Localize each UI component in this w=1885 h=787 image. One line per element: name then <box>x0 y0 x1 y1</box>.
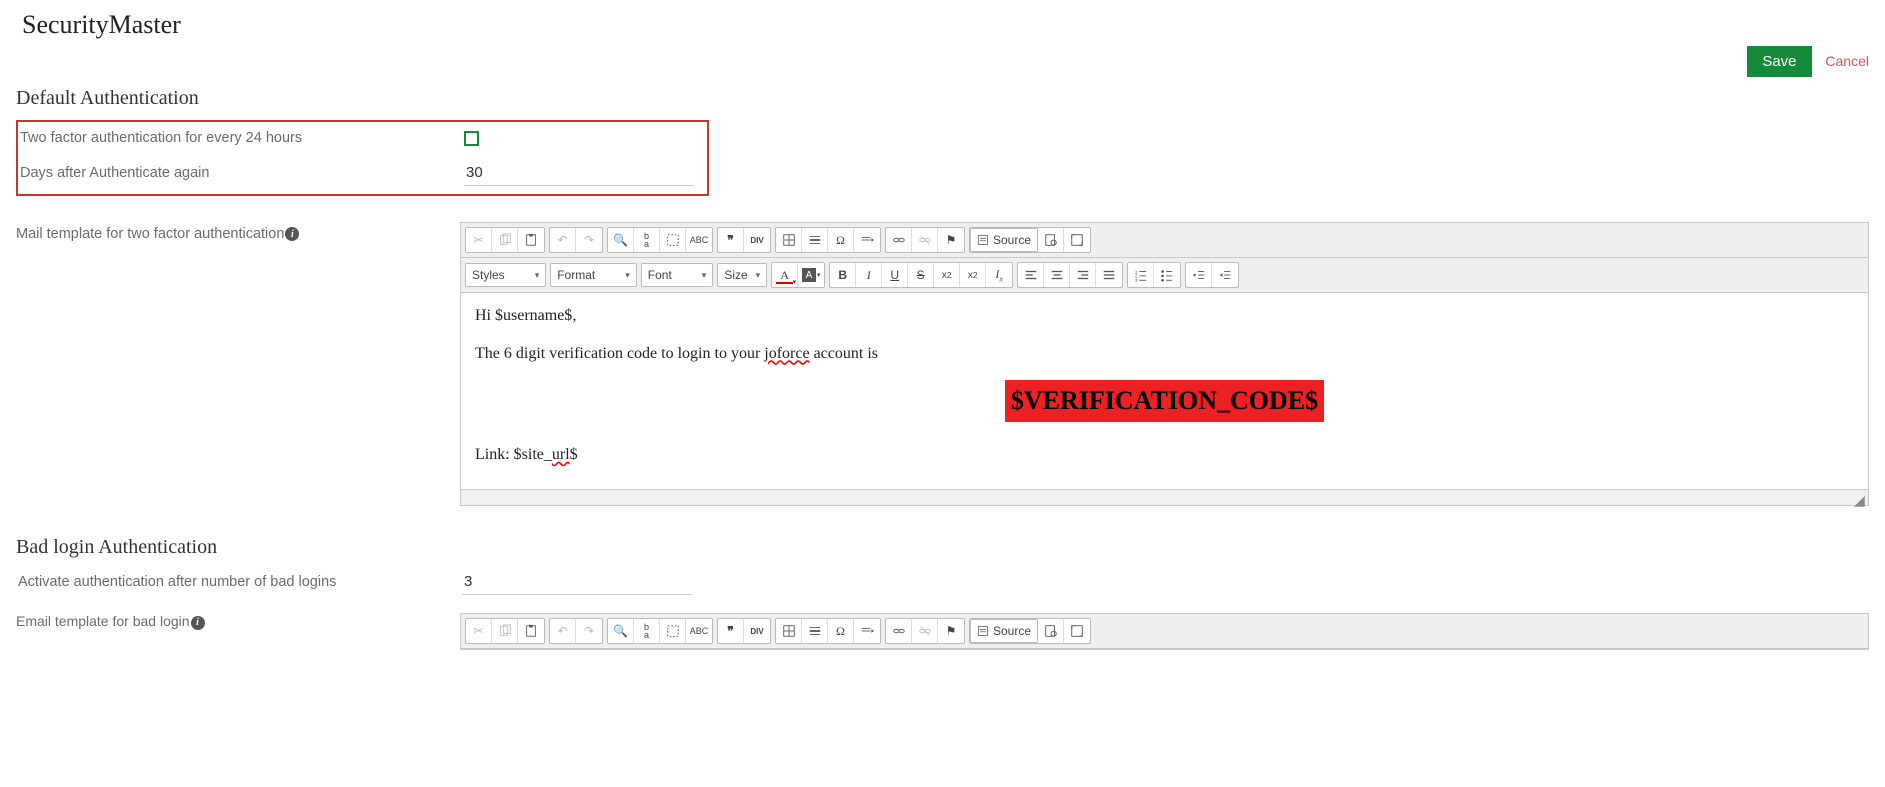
find-icon[interactable]: 🔍 <box>608 228 634 252</box>
table-icon[interactable] <box>776 619 802 643</box>
blockquote-icon[interactable]: ❞ <box>718 619 744 643</box>
format-dropdown[interactable]: Format▾ <box>550 263 637 287</box>
section-heading-default-auth: Default Authentication <box>16 87 1869 110</box>
undo-icon[interactable]: ↶ <box>550 228 576 252</box>
outdent-icon[interactable] <box>1186 263 1212 287</box>
remove-format-icon[interactable]: Ix <box>986 263 1012 287</box>
editor-toolbar-row-1: ✂ ↶ ↷ 🔍 ba ABC ❞ DIV Ω <box>461 223 1868 258</box>
section-heading-bad-login: Bad login Authentication <box>16 536 1869 559</box>
redo-icon[interactable]: ↷ <box>576 619 602 643</box>
size-dropdown[interactable]: Size▾ <box>717 263 767 287</box>
verification-code-placeholder: $VERIFICATION_CODE$ <box>1005 380 1324 422</box>
days-after-label: Days after Authenticate again <box>20 165 464 181</box>
info-icon[interactable]: i <box>191 616 205 630</box>
mail-template-editor: ✂ ↶ ↷ 🔍 ba ABC ❞ DIV Ω <box>460 222 1869 506</box>
text-color-icon[interactable]: A▾ <box>772 263 798 287</box>
svg-text:3: 3 <box>1135 278 1138 282</box>
italic-icon[interactable]: I <box>856 263 882 287</box>
underline-icon[interactable]: U <box>882 263 908 287</box>
link-icon[interactable] <box>886 619 912 643</box>
resize-grip-icon[interactable]: ◢ <box>1854 492 1866 504</box>
page-break-icon[interactable] <box>854 619 880 643</box>
hr-icon[interactable] <box>802 228 828 252</box>
special-char-icon[interactable]: Ω <box>828 619 854 643</box>
div-icon[interactable]: DIV <box>744 228 770 252</box>
editor-toolbar-row-2: Styles▾ Format▾ Font▾ Size▾ A▾ A▾ B I U … <box>461 258 1868 293</box>
tfa-24h-label: Two factor authentication for every 24 h… <box>20 130 464 146</box>
replace-icon[interactable]: ba <box>634 619 660 643</box>
unlink-icon[interactable] <box>912 619 938 643</box>
redo-icon[interactable]: ↷ <box>576 228 602 252</box>
blockquote-icon[interactable]: ❞ <box>718 228 744 252</box>
unlink-icon[interactable] <box>912 228 938 252</box>
days-after-input[interactable] <box>464 160 694 186</box>
paste-icon[interactable] <box>518 228 544 252</box>
cut-icon[interactable]: ✂ <box>466 619 492 643</box>
tfa-24h-checkbox[interactable] <box>464 131 479 146</box>
source-button[interactable]: Source <box>970 619 1038 643</box>
editor2-toolbar-row-1: ✂ ↶ ↷ 🔍 ba ABC ❞ DIV Ω <box>461 614 1868 649</box>
replace-icon[interactable]: ba <box>634 228 660 252</box>
cancel-link[interactable]: Cancel <box>1825 53 1869 69</box>
align-left-icon[interactable] <box>1018 263 1044 287</box>
spellcheck-icon[interactable]: ABC <box>686 619 712 643</box>
align-center-icon[interactable] <box>1044 263 1070 287</box>
cut-icon[interactable]: ✂ <box>466 228 492 252</box>
styles-dropdown[interactable]: Styles▾ <box>465 263 546 287</box>
save-button[interactable]: Save <box>1747 46 1811 77</box>
align-justify-icon[interactable] <box>1096 263 1122 287</box>
mail-template-label: Mail template for two factor authenticat… <box>16 222 460 242</box>
default-auth-highlight-box: Two factor authentication for every 24 h… <box>16 120 709 196</box>
preview-icon[interactable] <box>1038 619 1064 643</box>
editor-footer: ◢ <box>461 489 1868 505</box>
font-dropdown[interactable]: Font▾ <box>641 263 714 287</box>
bullet-list-icon[interactable] <box>1154 263 1180 287</box>
table-icon[interactable] <box>776 228 802 252</box>
special-char-icon[interactable]: Ω <box>828 228 854 252</box>
numbered-list-icon[interactable]: 123 <box>1128 263 1154 287</box>
undo-icon[interactable]: ↶ <box>550 619 576 643</box>
anchor-icon[interactable]: ⚑ <box>938 619 964 643</box>
strike-icon[interactable]: S <box>908 263 934 287</box>
action-bar: Save Cancel <box>16 46 1869 77</box>
subscript-icon[interactable]: x2 <box>934 263 960 287</box>
maximize-icon[interactable] <box>1064 619 1090 643</box>
spellcheck-icon[interactable]: ABC <box>686 228 712 252</box>
anchor-icon[interactable]: ⚑ <box>938 228 964 252</box>
superscript-icon[interactable]: x2 <box>960 263 986 287</box>
link-icon[interactable] <box>886 228 912 252</box>
div-icon[interactable]: DIV <box>744 619 770 643</box>
bad-login-email-editor: ✂ ↶ ↷ 🔍 ba ABC ❞ DIV Ω <box>460 613 1869 650</box>
bg-color-icon[interactable]: A▾ <box>798 263 824 287</box>
select-all-icon[interactable] <box>660 619 686 643</box>
indent-icon[interactable] <box>1212 263 1238 287</box>
select-all-icon[interactable] <box>660 228 686 252</box>
bold-icon[interactable]: B <box>830 263 856 287</box>
paste-icon[interactable] <box>518 619 544 643</box>
find-icon[interactable]: 🔍 <box>608 619 634 643</box>
page-break-icon[interactable] <box>854 228 880 252</box>
source-button[interactable]: Source <box>970 228 1038 252</box>
bad-login-count-input[interactable] <box>462 569 692 595</box>
bad-login-email-template-label: Email template for bad logini <box>16 613 460 629</box>
copy-icon[interactable] <box>492 619 518 643</box>
page-title: SecurityMaster <box>22 10 1869 40</box>
bad-login-count-label: Activate authentication after number of … <box>18 574 462 590</box>
align-right-icon[interactable] <box>1070 263 1096 287</box>
info-icon[interactable]: i <box>285 227 299 241</box>
preview-icon[interactable] <box>1038 228 1064 252</box>
maximize-icon[interactable] <box>1064 228 1090 252</box>
copy-icon[interactable] <box>492 228 518 252</box>
editor-content-area[interactable]: Hi $username$, The 6 digit verification … <box>461 293 1868 489</box>
hr-icon[interactable] <box>802 619 828 643</box>
